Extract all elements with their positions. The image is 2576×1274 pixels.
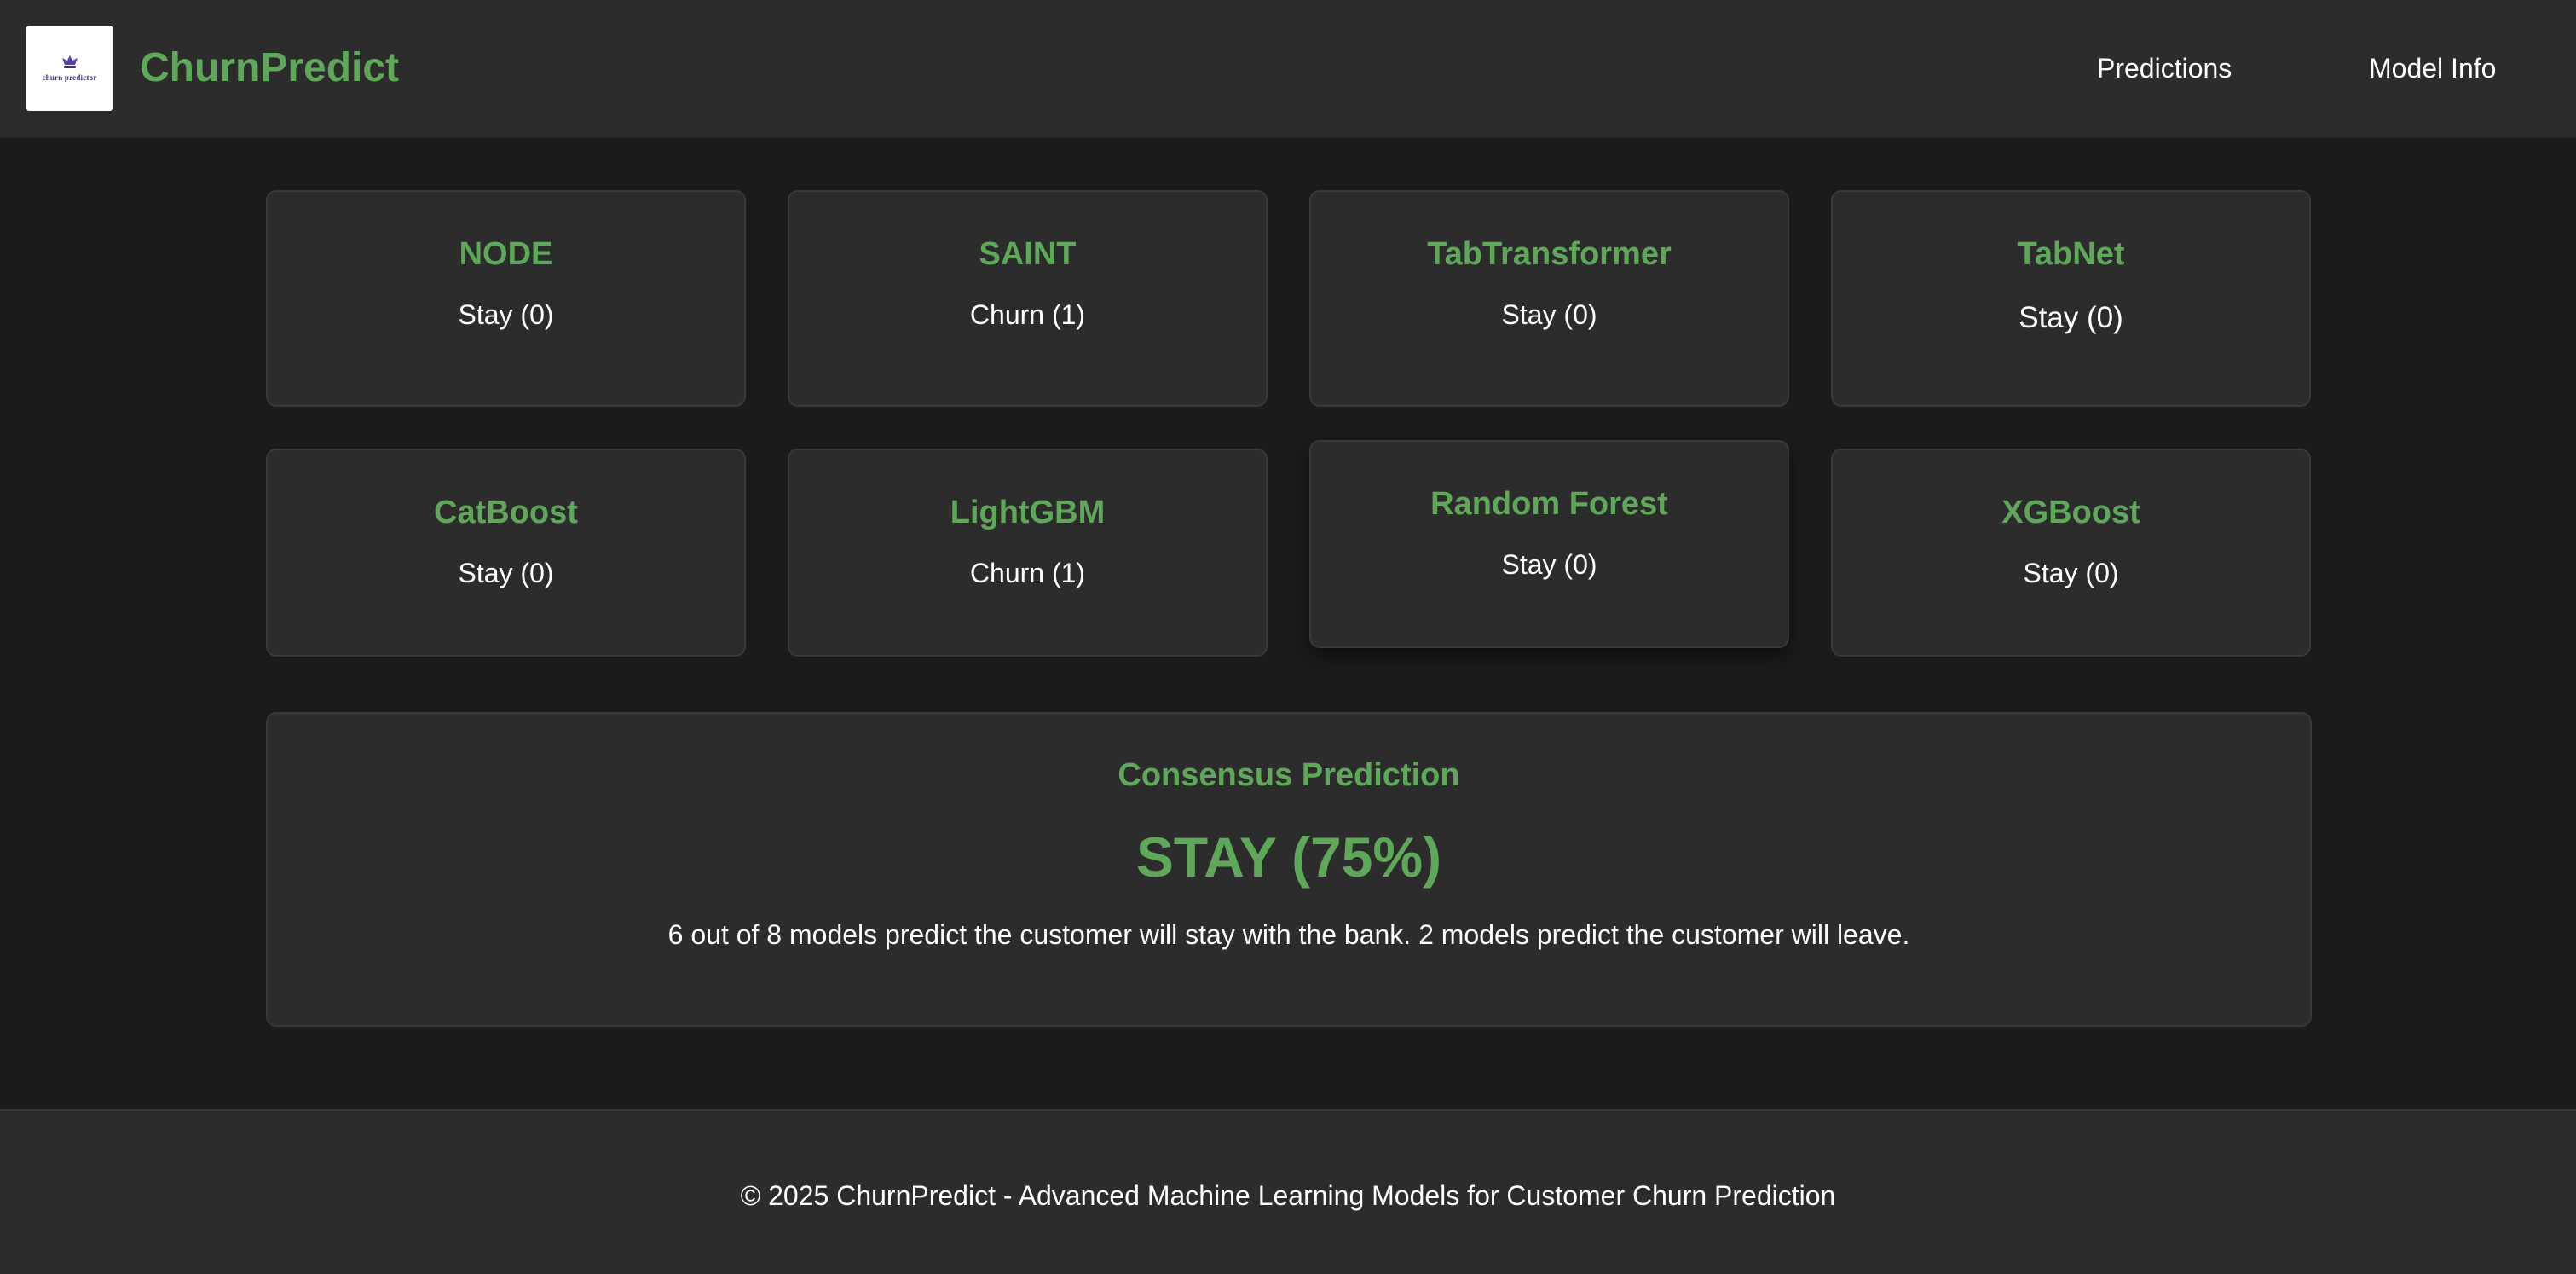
- page-footer: © 2025 ChurnPredict - Advanced Machine L…: [0, 1109, 2576, 1274]
- consensus-result: STAY (75%): [1135, 825, 1442, 889]
- model-card-tabnet: TabNet Stay (0): [1831, 190, 2311, 407]
- model-card-node: NODE Stay (0): [266, 190, 746, 407]
- consensus-title: Consensus Prediction: [1118, 757, 1460, 793]
- top-navbar: churn predictor ChurnPredict Predictions…: [0, 0, 2576, 138]
- model-prediction: Churn (1): [969, 299, 1086, 330]
- model-card-random-forest: Random Forest Stay (0): [1309, 440, 1789, 648]
- logo-text: churn predictor: [42, 73, 97, 82]
- model-prediction: Stay (0): [458, 558, 554, 588]
- logo-icon: [61, 55, 78, 68]
- model-name: CatBoost: [434, 495, 578, 530]
- model-card-xgboost: XGBoost Stay (0): [1831, 449, 2311, 657]
- model-prediction: Stay (0): [2023, 558, 2119, 588]
- footer-text: © 2025 ChurnPredict - Advanced Machine L…: [740, 1180, 1836, 1211]
- model-name: TabTransformer: [1427, 236, 1672, 272]
- model-card-tabtransformer: TabTransformer Stay (0): [1309, 190, 1789, 407]
- model-name: XGBoost: [2001, 495, 2140, 530]
- model-prediction: Stay (0): [458, 299, 554, 330]
- brand-title[interactable]: ChurnPredict: [140, 41, 399, 96]
- consensus-description: 6 out of 8 models predict the customer w…: [667, 919, 1910, 950]
- nav-model-info-link[interactable]: Model Info: [2369, 48, 2496, 89]
- app-logo[interactable]: churn predictor: [26, 26, 113, 111]
- model-prediction: Stay (0): [1501, 549, 1597, 580]
- model-name: TabNet: [2017, 236, 2125, 272]
- nav-predictions-link[interactable]: Predictions: [2097, 48, 2232, 89]
- model-card-saint: SAINT Churn (1): [788, 190, 1268, 407]
- model-prediction: Stay (0): [2019, 301, 2123, 334]
- model-name: NODE: [459, 236, 553, 272]
- model-card-catboost: CatBoost Stay (0): [266, 449, 746, 657]
- model-name: Random Forest: [1430, 486, 1668, 522]
- consensus-panel: Consensus Prediction STAY (75%) 6 out of…: [266, 712, 2312, 1027]
- model-prediction: Churn (1): [969, 558, 1086, 588]
- model-prediction: Stay (0): [1501, 299, 1597, 330]
- model-card-lightgbm: LightGBM Churn (1): [788, 449, 1268, 657]
- model-name: LightGBM: [950, 495, 1106, 530]
- model-name: SAINT: [979, 236, 1077, 272]
